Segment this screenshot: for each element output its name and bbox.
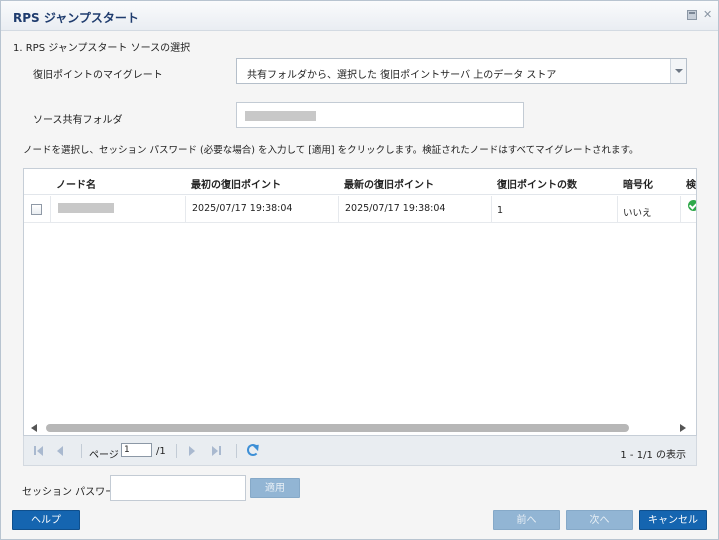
close-icon[interactable]: ✕ [703, 9, 713, 20]
dialog-title: RPS ジャンプスタート [13, 11, 139, 25]
apply-button[interactable]: 適用 [250, 478, 300, 498]
pager: ページ 1 /1 1 - 1/1 の表示 [23, 436, 697, 466]
migrate-select[interactable]: 共有フォルダから、選択した 復旧ポイントサーバ 上のデータ ストア [236, 58, 687, 84]
page-total: /1 [156, 446, 166, 457]
session-password-input[interactable] [110, 475, 246, 501]
last-page-icon[interactable] [210, 445, 222, 457]
col-recovery-point-count[interactable]: 復旧ポイントの数 [497, 176, 577, 191]
next-button[interactable]: 次へ [566, 510, 633, 530]
rps-jumpstart-dialog: RPS ジャンプスタート ✕ 1. RPS ジャンプスタート ソースの選択 復旧… [0, 0, 719, 540]
cancel-button[interactable]: キャンセル [639, 510, 707, 530]
count-text: 1 [497, 205, 504, 216]
latest-recovery-text: 2025/07/17 19:38:04 [345, 203, 446, 214]
scroll-thumb[interactable] [46, 424, 629, 432]
encryption-text: いいえ [623, 208, 652, 219]
share-folder-label: ソース共有フォルダ [33, 115, 123, 126]
next-page-icon[interactable] [187, 445, 199, 457]
col-latest-recovery-point[interactable]: 最新の復旧ポイント [344, 176, 434, 191]
instruction-text: ノードを選択し、セッション パスワード (必要な場合) を入力して [適用] を… [23, 145, 639, 156]
share-folder-input[interactable] [236, 102, 524, 128]
prev-button[interactable]: 前へ [493, 510, 560, 530]
first-page-icon[interactable] [34, 445, 46, 457]
record-count: 1 - 1/1 の表示 [620, 450, 686, 461]
prev-page-icon[interactable] [54, 445, 66, 457]
node-name-cell [51, 196, 186, 222]
check-circle-icon [688, 200, 696, 211]
latest-recovery-cell: 2025/07/17 19:38:04 [339, 196, 492, 222]
page-input[interactable]: 1 [121, 443, 152, 457]
maximize-icon[interactable] [687, 10, 697, 20]
redacted-node-name [58, 203, 114, 213]
first-recovery-text: 2025/07/17 19:38:04 [192, 203, 293, 214]
redacted-share-path [245, 111, 316, 121]
pager-divider [236, 444, 237, 458]
chevron-down-icon[interactable] [670, 59, 686, 83]
col-node-name[interactable]: ノード名 [56, 176, 96, 191]
migrate-label: 復旧ポイントのマイグレート [33, 70, 163, 81]
scroll-left-icon[interactable] [31, 424, 37, 432]
scroll-right-icon[interactable] [680, 424, 686, 432]
horizontal-scrollbar[interactable] [24, 421, 696, 435]
col-verify[interactable]: 検 [686, 176, 696, 191]
refresh-icon[interactable] [247, 444, 259, 456]
title-bar: RPS ジャンプスタート ✕ [1, 1, 718, 31]
table-row[interactable]: 2025/07/17 19:38:04 2025/07/17 19:38:04 … [24, 196, 696, 223]
page-label: ページ [89, 450, 119, 461]
row-select-cell [24, 196, 51, 222]
col-encryption[interactable]: 暗号化 [623, 176, 653, 191]
encryption-cell: いいえ [618, 196, 681, 222]
help-button[interactable]: ヘルプ [12, 510, 80, 530]
row-checkbox[interactable] [31, 204, 42, 215]
section-title: 1. RPS ジャンプスタート ソースの選択 [13, 43, 191, 54]
pager-divider [81, 444, 82, 458]
migrate-select-value: 共有フォルダから、選択した 復旧ポイントサーバ 上のデータ ストア [247, 70, 557, 81]
first-recovery-cell: 2025/07/17 19:38:04 [186, 196, 339, 222]
count-cell: 1 [492, 196, 618, 222]
pager-divider [176, 444, 177, 458]
col-first-recovery-point[interactable]: 最初の復旧ポイント [191, 176, 281, 191]
grid-header: ノード名 最初の復旧ポイント 最新の復旧ポイント 復旧ポイントの数 暗号化 検 [24, 169, 696, 195]
node-grid: ノード名 最初の復旧ポイント 最新の復旧ポイント 復旧ポイントの数 暗号化 検 … [23, 168, 697, 436]
